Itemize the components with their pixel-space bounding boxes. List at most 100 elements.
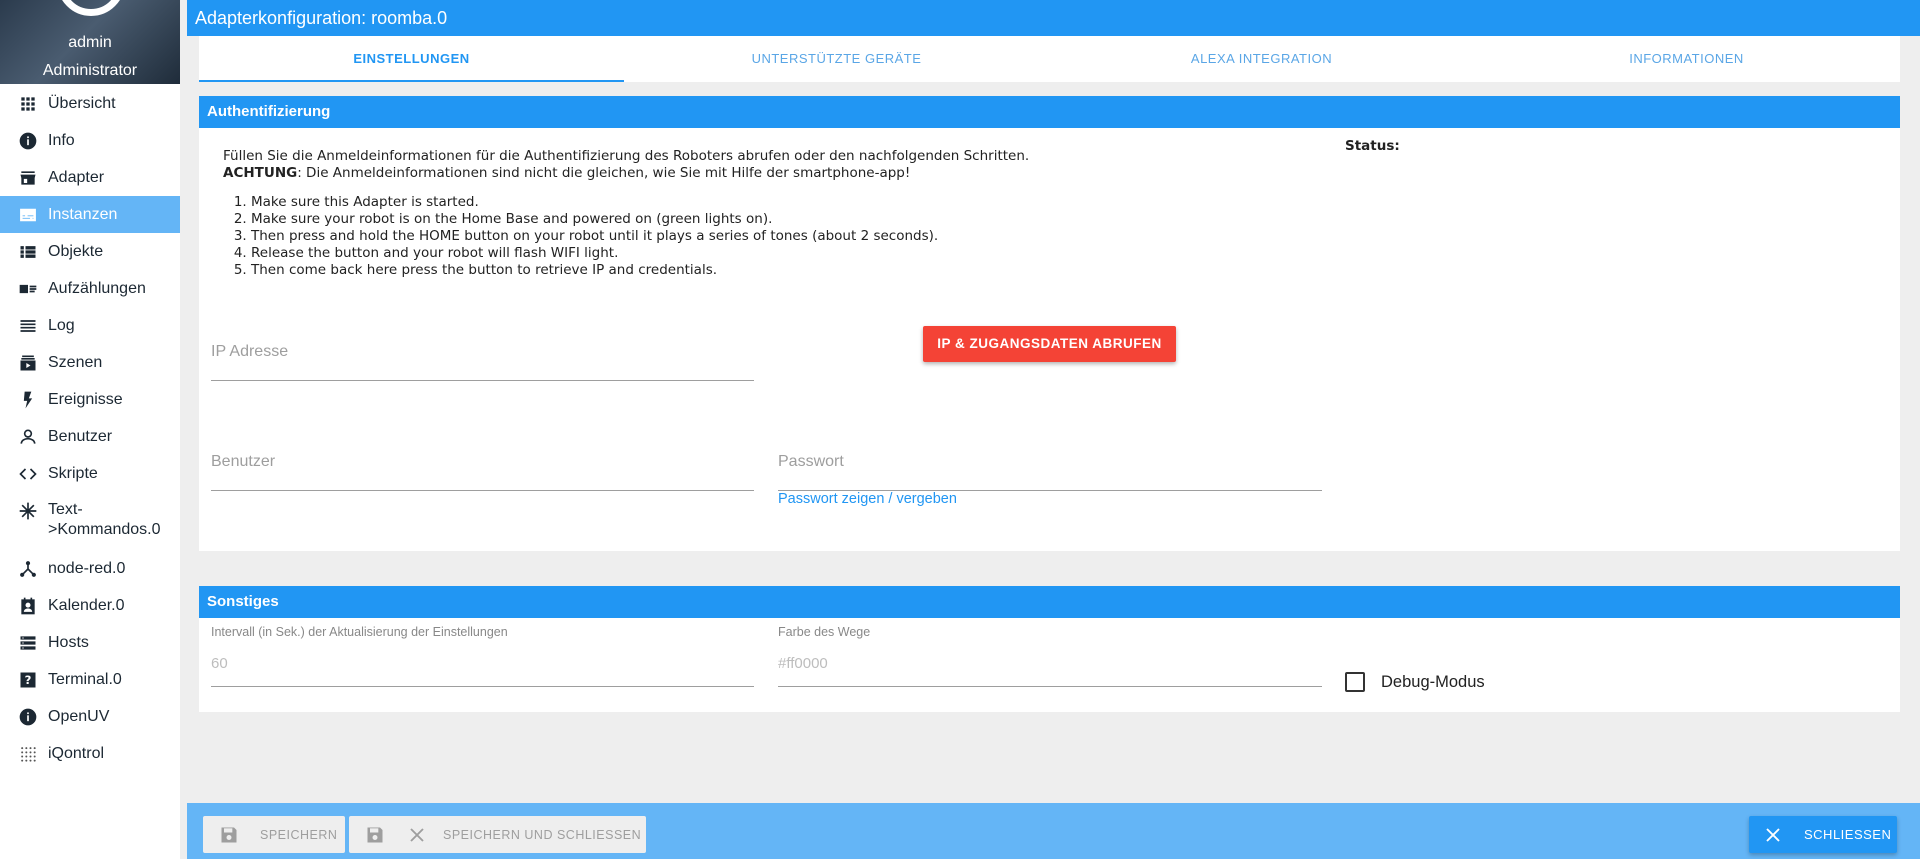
user-panel: admin Administrator <box>0 0 180 84</box>
sidebar-item-label: Benutzer <box>48 427 113 445</box>
subtitles-icon <box>17 204 39 226</box>
show-password-link[interactable]: Passwort zeigen / vergeben <box>778 491 957 507</box>
auth-step: Release the button and your robot will f… <box>251 245 1323 262</box>
fetch-ip-credentials-button[interactable]: IP & ZUGANGSDATEN ABRUFEN <box>923 326 1176 362</box>
sidebar-item-uebersicht[interactable]: Übersicht <box>0 85 180 122</box>
avatar[interactable] <box>57 0 125 16</box>
store-icon <box>17 167 39 189</box>
user-name: admin <box>68 34 112 51</box>
sidebar-item-label: Text- >Kommandos.0 <box>48 500 161 540</box>
subscriptions-icon <box>17 352 39 374</box>
tab-informationen[interactable]: INFORMATIONEN <box>1474 36 1899 82</box>
auth-section-header: Authentifizierung <box>199 96 1900 128</box>
auth-step: Then come back here press the button to … <box>251 262 1323 279</box>
close-icon <box>1764 826 1782 844</box>
calendar-person-icon <box>17 595 39 617</box>
auth-card: Füllen Sie die Anmeldeinformationen für … <box>199 128 1900 551</box>
tab-einstellungen[interactable]: EINSTELLUNGEN <box>199 36 624 82</box>
sidebar-item-label-line1: Text- <box>48 501 83 518</box>
tab-unterstuetzte-geraete[interactable]: UNTERSTÜTZTE GERÄTE <box>624 36 1049 82</box>
snowflake-icon <box>17 500 39 522</box>
apps-grid-icon <box>17 93 39 115</box>
sidebar-item-adapter[interactable]: Adapter <box>0 159 180 196</box>
auth-warning-text: : Die Anmeldeinformationen sind nicht di… <box>297 165 911 181</box>
auth-warning-bold: ACHTUNG <box>223 165 298 181</box>
ip-address-field[interactable]: IP Adresse <box>211 335 754 381</box>
close-button[interactable]: SCHLIESSEN <box>1749 816 1897 853</box>
sidebar-item-text-kommandos[interactable]: Text- >Kommandos.0 <box>0 492 180 550</box>
sidebar-item-hosts[interactable]: Hosts <box>0 624 180 661</box>
sidebar-item-szenen[interactable]: Szenen <box>0 344 180 381</box>
footer-bar: SPEICHERN SPEICHERN UND SCHLIESSEN SCHLI… <box>187 803 1920 859</box>
field-underline <box>211 490 754 491</box>
nodes-icon <box>17 558 39 580</box>
auth-step: Make sure your robot is on the Home Base… <box>251 211 1323 228</box>
sidebar-item-label: node-red.0 <box>48 559 126 577</box>
sidebar-item-label: OpenUV <box>48 707 110 725</box>
username-placeholder: Benutzer <box>211 453 276 470</box>
tab-alexa-integration[interactable]: ALEXA INTEGRATION <box>1049 36 1474 82</box>
sidebar-item-label-line2: >Kommandos.0 <box>48 521 161 538</box>
sidebar-item-label: Übersicht <box>48 94 116 112</box>
interval-label: Intervall (in Sek.) der Aktualisierung d… <box>211 625 508 639</box>
sidebar-item-log[interactable]: Log <box>0 307 180 344</box>
close-icon <box>408 826 426 844</box>
path-color-field[interactable]: Farbe des Wege #ff0000 <box>778 625 1322 687</box>
path-color-label: Farbe des Wege <box>778 625 871 639</box>
sidebar-item-instanzen[interactable]: Instanzen <box>0 196 180 233</box>
sidebar-item-benutzer[interactable]: Benutzer <box>0 418 180 455</box>
auth-intro-text: Füllen Sie die Anmeldeinformationen für … <box>223 148 1030 164</box>
interval-field[interactable]: Intervall (in Sek.) der Aktualisierung d… <box>211 625 754 687</box>
field-underline <box>778 686 1322 687</box>
interval-value: 60 <box>211 655 228 672</box>
sidebar-item-aufzaehlungen[interactable]: Aufzählungen <box>0 270 180 307</box>
sidebar-item-skripte[interactable]: Skripte <box>0 455 180 492</box>
password-field[interactable]: Passwort <box>778 445 1322 491</box>
sidebar-item-label: Ereignisse <box>48 390 123 408</box>
sidebar-item-objekte[interactable]: Objekte <box>0 233 180 270</box>
path-color-value: #ff0000 <box>778 655 828 672</box>
sidebar-item-label: Adapter <box>48 168 105 186</box>
sidebar-item-info[interactable]: Info <box>0 122 180 159</box>
sidebar-item-label: Skripte <box>48 464 98 482</box>
password-placeholder: Passwort <box>778 453 844 470</box>
save-button[interactable]: SPEICHERN <box>203 816 345 853</box>
info-icon <box>17 130 39 152</box>
save-button-label: SPEICHERN <box>260 827 338 842</box>
misc-section-header: Sonstiges <box>199 586 1900 618</box>
auth-warning: ACHTUNG: Die Anmeldeinformationen sind n… <box>223 165 1323 182</box>
sidebar-item-label: Terminal.0 <box>48 670 122 688</box>
person-icon <box>17 426 39 448</box>
contact-card-icon <box>17 278 39 300</box>
save-and-close-button[interactable]: SPEICHERN UND SCHLIESSEN <box>349 816 646 853</box>
sidebar-item-label: Info <box>48 131 75 149</box>
sidebar-item-label: Log <box>48 316 75 334</box>
list-icon <box>17 241 39 263</box>
svg-text:?: ? <box>25 673 32 687</box>
sidebar-item-label: Kalender.0 <box>48 596 125 614</box>
flash-icon <box>17 389 39 411</box>
user-role: Administrator <box>42 62 138 79</box>
debug-mode-checkbox[interactable] <box>1345 672 1365 692</box>
save-icon <box>219 825 239 845</box>
sidebar-item-label: Szenen <box>48 353 103 371</box>
save-and-close-button-label: SPEICHERN UND SCHLIESSEN <box>443 827 642 842</box>
sidebar-item-label: Hosts <box>48 633 89 651</box>
username-field[interactable]: Benutzer <box>211 445 754 491</box>
sidebar-item-iqontrol[interactable]: iQontrol <box>0 735 180 772</box>
sidebar-item-label: Instanzen <box>48 205 118 223</box>
help-box-icon: ? <box>17 669 39 691</box>
storage-icon <box>17 632 39 654</box>
sidebar-item-node-red[interactable]: node-red.0 <box>0 550 180 587</box>
sidebar-item-ereignisse[interactable]: Ereignisse <box>0 381 180 418</box>
field-underline <box>211 380 754 381</box>
auth-intro: Füllen Sie die Anmeldeinformationen für … <box>223 148 1323 182</box>
sidebar-item-terminal[interactable]: ? Terminal.0 <box>0 661 180 698</box>
sidebar-item-kalender[interactable]: Kalender.0 <box>0 587 180 624</box>
tab-bar: EINSTELLUNGEN UNTERSTÜTZTE GERÄTE ALEXA … <box>199 36 1900 82</box>
info-icon <box>17 706 39 728</box>
sidebar-item-openuv[interactable]: OpenUV <box>0 698 180 735</box>
close-button-label: SCHLIESSEN <box>1804 827 1892 842</box>
sidebar: admin Administrator Übersicht Info Adapt… <box>0 0 180 859</box>
page-title: Adapterkonfiguration: roomba.0 <box>195 8 448 28</box>
